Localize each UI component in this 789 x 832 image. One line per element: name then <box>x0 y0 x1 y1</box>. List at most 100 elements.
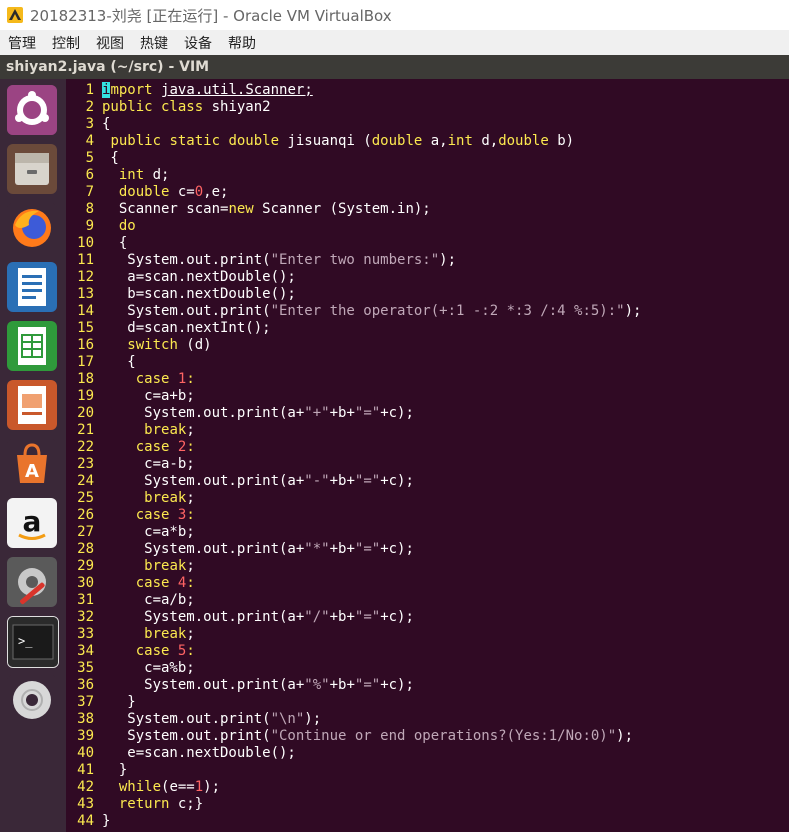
virtualbox-menubar: 管理 控制 视图 热键 设备 帮助 <box>0 30 789 55</box>
line-number: 38 <box>77 711 94 727</box>
menu-devices[interactable]: 设备 <box>176 33 220 53</box>
system-settings-icon[interactable] <box>7 557 57 607</box>
svg-text:>_: >_ <box>18 634 33 648</box>
line-number: 7 <box>85 184 94 200</box>
line-number: 36 <box>77 677 94 693</box>
files-icon[interactable] <box>7 144 57 194</box>
code-text: case 4: <box>135 575 195 591</box>
code-line: 36 System.out.print(a+"%"+b+"="+c); <box>66 677 414 694</box>
code-text: public static double jisuanqi (double a,… <box>110 133 575 149</box>
code-text: e=scan.nextDouble(); <box>102 745 296 761</box>
menu-hotkeys[interactable]: 热键 <box>132 33 176 53</box>
code-text: System.out.print(a+"/"+b+"="+c); <box>102 609 414 625</box>
code-text: d=scan.nextInt(); <box>102 320 271 336</box>
line-number: 21 <box>77 422 94 438</box>
line-number: 19 <box>77 388 94 404</box>
ubuntu-launcher: A a >_ <box>0 79 66 832</box>
firefox-icon[interactable] <box>7 203 57 253</box>
line-number: 12 <box>77 269 94 285</box>
line-number: 8 <box>85 201 94 217</box>
code-line: 24 System.out.print(a+"-"+b+"="+c); <box>66 473 414 490</box>
line-number: 35 <box>77 660 94 676</box>
code-text: case 2: <box>135 439 195 455</box>
code-text: a=scan.nextDouble(); <box>102 269 296 285</box>
line-number: 22 <box>77 439 94 455</box>
menu-manage[interactable]: 管理 <box>0 33 44 53</box>
code-text: break; <box>144 558 195 574</box>
code-text: c=a+b; <box>102 388 195 404</box>
menu-view[interactable]: 视图 <box>88 33 132 53</box>
code-line: 18 case 1: <box>66 371 195 388</box>
menu-control[interactable]: 控制 <box>44 33 88 53</box>
code-text: c=a-b; <box>102 456 195 472</box>
code-text: import java.util.Scanner; <box>102 82 313 98</box>
code-line: 43 return c;} <box>66 796 203 813</box>
code-text: System.out.print("Enter two numbers:"); <box>102 252 457 268</box>
line-number: 17 <box>77 354 94 370</box>
code-text: { <box>102 354 136 370</box>
vim-editor[interactable]: 1 import java.util.Scanner; 2 public class … <box>66 79 789 832</box>
line-number: 20 <box>77 405 94 421</box>
code-line: 34 case 5: <box>66 643 195 660</box>
code-text: } <box>102 694 136 710</box>
line-number: 2 <box>85 99 94 115</box>
code-line: 22 case 2: <box>66 439 195 456</box>
line-number: 18 <box>77 371 94 387</box>
line-number: 27 <box>77 524 94 540</box>
libreoffice-calc-icon[interactable] <box>7 321 57 371</box>
code-line: 2 public class shiyan2 <box>66 99 271 116</box>
vim-window-title: shiyan2.java (~/src) - VIM <box>6 59 210 75</box>
line-number: 1 <box>85 82 94 98</box>
code-line: 17 { <box>66 354 136 371</box>
code-text: { <box>102 116 111 132</box>
code-line: 13 b=scan.nextDouble(); <box>66 286 296 303</box>
terminal-icon[interactable]: >_ <box>7 616 59 668</box>
code-line: 15 d=scan.nextInt(); <box>66 320 271 337</box>
code-text: c=a*b; <box>102 524 195 540</box>
code-line: 19 c=a+b; <box>66 388 195 405</box>
code-line: 16 switch (d) <box>66 337 211 354</box>
code-text: while(e==1); <box>118 779 221 795</box>
line-number: 32 <box>77 609 94 625</box>
libreoffice-impress-icon[interactable] <box>7 380 57 430</box>
code-line: 1 import java.util.Scanner; <box>66 82 313 99</box>
code-text: b=scan.nextDouble(); <box>102 286 296 302</box>
line-number: 34 <box>77 643 94 659</box>
code-line: 35 c=a%b; <box>66 660 195 677</box>
code-line: 3{ <box>66 116 111 133</box>
line-number: 29 <box>77 558 94 574</box>
line-number: 13 <box>77 286 94 302</box>
dash-home-icon[interactable] <box>7 85 57 135</box>
code-line: 44} <box>66 813 110 830</box>
line-number: 43 <box>77 796 94 812</box>
line-number: 25 <box>77 490 94 506</box>
code-line: 14 System.out.print("Enter the operator(… <box>66 303 641 320</box>
code-line: 29 break; <box>66 558 195 575</box>
code-line: 9 do <box>66 218 136 235</box>
code-line: 12 a=scan.nextDouble(); <box>66 269 296 286</box>
code-text: Scanner scan=new Scanner (System.in); <box>102 201 431 217</box>
code-line: 38 System.out.print("\n"); <box>66 711 321 728</box>
dvd-icon[interactable] <box>7 675 57 725</box>
code-text: } <box>102 813 111 829</box>
svg-text:a: a <box>23 505 42 538</box>
line-number: 33 <box>77 626 94 642</box>
virtualbox-titlebar[interactable]: 20182313-刘尧 [正在运行] - Oracle VM VirtualBo… <box>0 0 789 30</box>
line-number: 31 <box>77 592 94 608</box>
code-text: break; <box>144 422 195 438</box>
menu-help[interactable]: 帮助 <box>220 33 264 53</box>
line-number: 40 <box>77 745 94 761</box>
line-number: 24 <box>77 473 94 489</box>
line-number: 14 <box>77 303 94 319</box>
amazon-icon[interactable]: a <box>7 498 57 548</box>
code-line: 27 c=a*b; <box>66 524 195 541</box>
code-text: System.out.print(a+"-"+b+"="+c); <box>102 473 414 489</box>
code-text: break; <box>144 490 195 506</box>
ubuntu-software-icon[interactable]: A <box>7 439 57 489</box>
window-title: 20182313-刘尧 [正在运行] - Oracle VM VirtualBo… <box>30 6 392 25</box>
line-number: 30 <box>77 575 94 591</box>
libreoffice-writer-icon[interactable] <box>7 262 57 312</box>
code-text: System.out.print("\n"); <box>102 711 322 727</box>
vim-titlebar[interactable]: shiyan2.java (~/src) - VIM <box>0 55 789 79</box>
code-line: 31 c=a/b; <box>66 592 195 609</box>
